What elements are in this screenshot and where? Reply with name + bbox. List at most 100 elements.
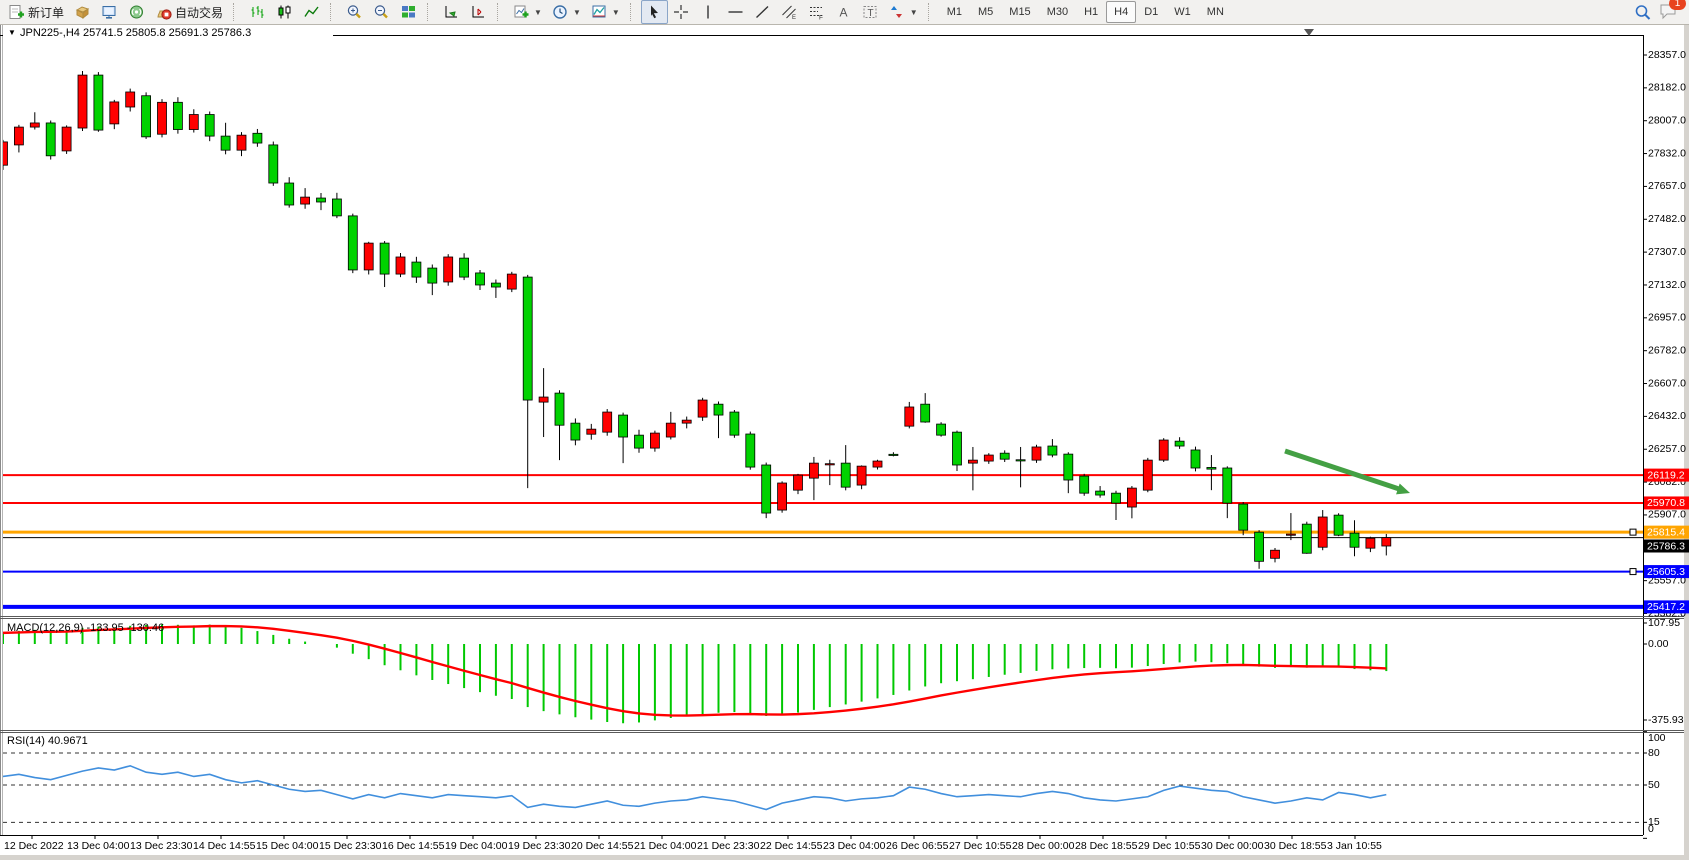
time-tick-label: 30 Dec 18:55 (1264, 840, 1327, 852)
candle-body (30, 123, 39, 127)
candle-body (921, 404, 930, 422)
candle-body (762, 465, 771, 513)
candle-body (189, 115, 198, 130)
price-badge-25815.4: 25815.4 (1644, 526, 1689, 539)
notifications-button[interactable]: 1 (1659, 2, 1679, 23)
cursor-icon (646, 4, 663, 20)
tab-m1[interactable]: M1 (939, 1, 970, 23)
candle-body (205, 115, 214, 137)
symbol-label: ▼JPN225-,H4 25741.5 25805.8 25691.3 2578… (3, 26, 333, 39)
zoom-out-button[interactable] (368, 0, 395, 24)
text-tool-button[interactable]: A (830, 0, 857, 24)
arrows-tool-button[interactable]: ▼ (884, 0, 923, 24)
time-tick-label: 29 Dec 10:55 (1138, 840, 1201, 852)
tab-w1[interactable]: W1 (1166, 1, 1199, 23)
price-badge-25605.3: 25605.3 (1644, 565, 1689, 578)
auto-scroll-button[interactable] (438, 0, 465, 24)
candle-body (603, 412, 612, 432)
price-tick-label: 28357.0 (1648, 49, 1686, 61)
time-tick-label: 20 Dec 14:55 (571, 840, 634, 852)
tab-m15[interactable]: M15 (1001, 1, 1038, 23)
time-tick-label: 30 Dec 00:00 (1201, 840, 1264, 852)
rsi-tick-label: 50 (1648, 779, 1660, 791)
candle-body (1096, 491, 1105, 495)
time-tick-label: 27 Dec 10:55 (949, 840, 1012, 852)
candle-body (666, 423, 675, 437)
candle-body (1350, 533, 1359, 547)
time-tick-label: 13 Dec 04:00 (67, 840, 130, 852)
time-tick-label: 19 Dec 23:30 (508, 840, 571, 852)
candle-body (984, 455, 993, 461)
price-tick-label: 27307.0 (1648, 246, 1686, 258)
channel-tool-button[interactable]: E (776, 0, 803, 24)
time-tick-label: 28 Dec 00:00 (1012, 840, 1075, 852)
candle-body (682, 420, 691, 423)
horizontal-line-tool-button[interactable] (722, 0, 749, 24)
tab-h4[interactable]: H4 (1106, 1, 1136, 23)
tab-m5[interactable]: M5 (970, 1, 1001, 23)
tab-mn[interactable]: MN (1199, 1, 1232, 23)
line-handle[interactable] (1630, 569, 1636, 575)
new-order-button[interactable]: 新订单 (3, 0, 69, 24)
trendline-tool-button[interactable] (749, 0, 776, 24)
candle-body (1207, 467, 1216, 469)
fibonacci-tool-button[interactable]: F (803, 0, 830, 24)
zoom-out-icon (373, 4, 390, 20)
candle-chart-mode-button[interactable] (271, 0, 298, 24)
candle-body (1271, 550, 1280, 558)
vertical-line-tool-button[interactable] (695, 0, 722, 24)
new-chart-icon (513, 4, 530, 20)
terminal-button[interactable] (96, 0, 123, 24)
macd-label: MACD(12,26,9) -133.95 -130.46 (7, 622, 164, 634)
tab-d1[interactable]: D1 (1136, 1, 1166, 23)
main-toolbar: 新订单 自动交易 (0, 0, 1689, 25)
current-price-badge-text: 25786.3 (1647, 540, 1685, 552)
candle-body (1255, 532, 1264, 561)
quotes-button[interactable] (69, 0, 96, 24)
tab-h1[interactable]: H1 (1076, 1, 1106, 23)
fibonacci-icon: F (808, 4, 825, 20)
candle-body (14, 127, 23, 145)
new-chart-button[interactable]: ▼ (508, 0, 547, 24)
candle-body (889, 454, 898, 455)
autotrade-stop-icon (155, 4, 172, 20)
candle-body (62, 127, 71, 151)
time-tick-label: 26 Dec 06:55 (886, 840, 949, 852)
time-tick-label: 19 Dec 04:00 (445, 840, 508, 852)
candle-body (953, 432, 962, 465)
indicators-button[interactable]: ▼ (586, 0, 625, 24)
text-label-icon: T (862, 4, 879, 20)
package-icon (74, 4, 91, 20)
price-tick-label: 26257.0 (1648, 443, 1686, 455)
text-label-tool-button[interactable]: T (857, 0, 884, 24)
search-icon[interactable] (1634, 4, 1651, 20)
price-tick-label: 26432.0 (1648, 410, 1686, 422)
signals-button[interactable] (123, 0, 150, 24)
candle-body (619, 415, 628, 437)
candle-body (539, 397, 548, 402)
line-chart-mode-button[interactable] (298, 0, 325, 24)
price-tick-label: 26782.0 (1648, 344, 1686, 356)
tab-m30[interactable]: M30 (1039, 1, 1076, 23)
zoom-in-button[interactable] (341, 0, 368, 24)
bar-chart-mode-button[interactable] (244, 0, 271, 24)
new-order-icon (8, 4, 25, 20)
candle-body (460, 258, 469, 277)
chart-area[interactable]: 28357.028182.028007.027832.027657.027482… (0, 25, 1689, 860)
svg-text:T: T (867, 8, 873, 19)
crosshair-tool-button[interactable] (668, 0, 695, 24)
candle-body (173, 102, 182, 129)
line-handle[interactable] (1630, 529, 1636, 535)
time-tick-label: 16 Dec 14:55 (382, 840, 445, 852)
cursor-tool-button[interactable] (641, 0, 668, 24)
candle-body (905, 407, 914, 426)
chart-shift-button[interactable] (465, 0, 492, 24)
price-badge-25970.8: 25970.8 (1644, 496, 1689, 509)
bar-chart-icon (249, 4, 266, 20)
candle-body (332, 199, 341, 216)
autotrade-label: 自动交易 (175, 4, 223, 21)
periods-button[interactable]: ▼ (547, 0, 586, 24)
tile-windows-button[interactable] (395, 0, 422, 24)
candle-body (301, 197, 310, 204)
autotrade-button[interactable]: 自动交易 (150, 0, 228, 24)
